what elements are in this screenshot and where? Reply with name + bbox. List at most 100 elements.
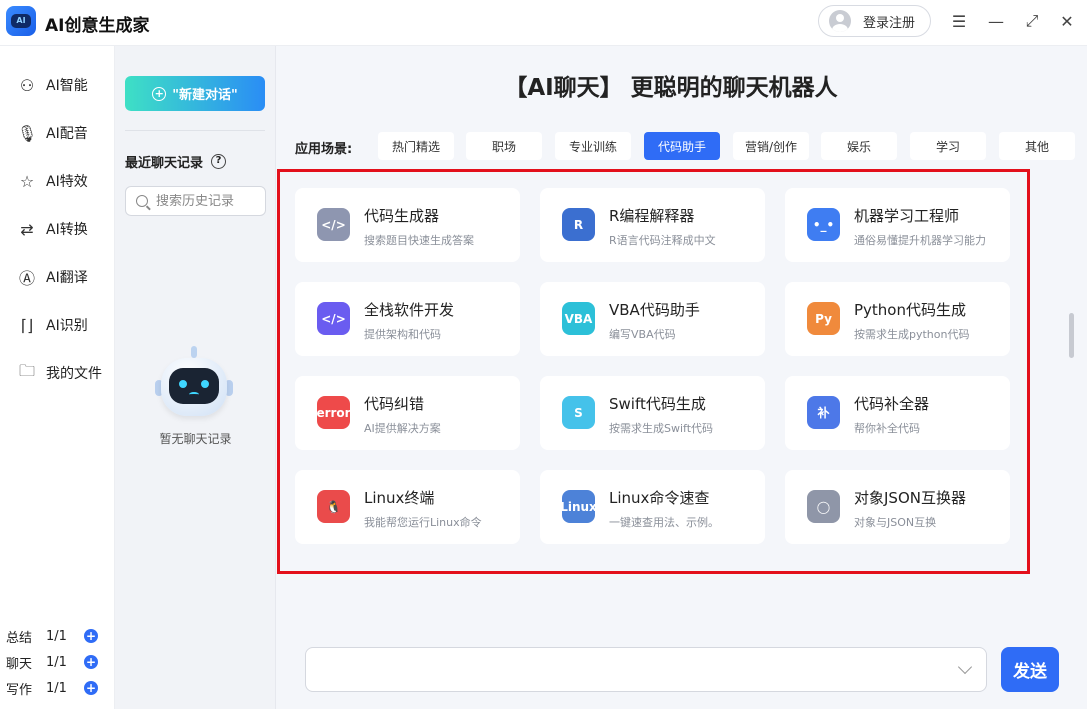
tool-name: Linux命令速查 [609, 489, 710, 507]
add-quota-icon[interactable]: + [84, 655, 99, 669]
login-register-button[interactable]: 登录注册 [818, 5, 931, 37]
complete-icon: 补 [807, 396, 840, 429]
avatar-icon [829, 10, 851, 32]
quota-writing: 写作 1/1 + [6, 678, 99, 698]
scan-icon: ⌈⌋ [20, 315, 34, 335]
tab-learning[interactable]: 学习 [910, 132, 986, 160]
tool-name: 全栈软件开发 [364, 301, 455, 319]
nav-item-ai-translate[interactable]: Ⓐ AI翻译 [16, 264, 88, 290]
title-bar: AI AI创意生成家 登录注册 ☰ — ⤢ ✕ [0, 0, 1087, 46]
tool-description: 搜索题目快速生成答案 [364, 234, 474, 247]
quota-label: 总结 [6, 630, 33, 646]
help-icon[interactable]: ? [211, 154, 227, 169]
tool-description: 编写VBA代码 [609, 328, 676, 341]
chat-input-field[interactable] [305, 647, 987, 692]
history-search-box[interactable] [125, 186, 266, 216]
history-search-input[interactable] [156, 193, 256, 209]
tool-card[interactable]: ◯ 对象JSON互换器对象与JSON互换 [785, 470, 1010, 544]
tool-name: VBA代码助手 [609, 301, 700, 319]
tool-card[interactable]: 补代码补全器帮你补全代码 [785, 376, 1010, 450]
minimize-icon[interactable]: — [985, 10, 1007, 32]
tool-description: 我能帮您运行Linux命令 [364, 516, 482, 529]
tool-card[interactable]: Py Python代码生成 按需求生成python代码 [785, 282, 1010, 356]
maximize-icon[interactable]: ⤢ [1021, 10, 1043, 32]
nav-item-ai-voice[interactable]: 🎙 AI配音 [16, 120, 88, 146]
tool-card[interactable]: </> 全栈软件开发 提供架构和代码 [295, 282, 520, 356]
new-chat-label: "新建对话" [172, 88, 238, 103]
app-logo-icon: AI [6, 6, 36, 36]
nav-item-ai-effects[interactable]: ☆ AI特效 [16, 168, 88, 194]
nav-item-label: AI配音 [46, 126, 88, 142]
history-title: 最近聊天记录 ? [125, 152, 227, 171]
nav-item-label: 我的文件 [46, 366, 102, 382]
tool-card[interactable]: •_• 机器学习工程师通俗易懂提升机器学习能力 [785, 188, 1010, 262]
tab-workplace[interactable]: 职场 [466, 132, 542, 160]
tool-description: R语言代码注释成中文 [609, 234, 716, 247]
folder-icon: 🗀 [18, 360, 35, 380]
nav-item-label: AI特效 [46, 174, 88, 190]
tool-card[interactable]: </> 代码生成器 搜索题目快速生成答案 [295, 188, 520, 262]
empty-history-text: 暂无聊天记录 [159, 432, 232, 446]
tab-other[interactable]: 其他 [999, 132, 1075, 160]
tab-professional-training[interactable]: 专业训练 [555, 132, 631, 160]
quota-label: 聊天 [6, 656, 33, 672]
tool-description: 一键速查用法、示例。 [609, 516, 719, 529]
send-button[interactable]: 发送 [1001, 647, 1059, 692]
app-title: AI创意生成家 [45, 16, 150, 36]
vba-icon: VBA [562, 302, 595, 335]
tool-card[interactable]: S Swift代码生成 按需求生成Swift代码 [540, 376, 765, 450]
menu-icon[interactable]: ☰ [948, 10, 970, 32]
tool-card[interactable]: R R编程解释器 R语言代码注释成中文 [540, 188, 765, 262]
tool-description: 按需求生成python代码 [854, 328, 970, 341]
add-quota-icon[interactable]: + [84, 681, 99, 695]
chevron-down-icon[interactable] [957, 659, 973, 675]
tab-hot[interactable]: 热门精选 [378, 132, 454, 160]
history-title-label: 最近聊天记录 [125, 156, 204, 171]
quota-summary: 总结 1/1 + [6, 626, 99, 646]
translate-icon: Ⓐ [18, 269, 35, 288]
main-content: 【AI聊天】 更聪明的聊天机器人 应用场景: 热门精选 职场 专业训练 代码助手… [276, 46, 1087, 709]
nav-item-label: AI翻译 [46, 270, 88, 286]
nav-item-ai-recognize[interactable]: ⌈⌋ AI识别 [16, 312, 88, 338]
tool-card[interactable]: 🐧 Linux终端 我能帮您运行Linux命令 [295, 470, 520, 544]
error-icon: error [316, 396, 351, 429]
tool-description: 帮你补全代码 [854, 422, 920, 435]
chat-history-panel: + "新建对话" 最近聊天记录 ? 暂无聊天记录 [115, 46, 276, 709]
empty-robot-illustration [155, 344, 235, 424]
quota-count: 1/1 [46, 680, 67, 696]
tool-card[interactable]: error 代码纠错 AI提供解决方案 [295, 376, 520, 450]
tab-code-assistant[interactable]: 代码助手 [644, 132, 720, 160]
tool-name: 代码补全器 [854, 395, 930, 413]
json-convert-icon: ◯ [807, 490, 840, 523]
tool-card[interactable]: Linux Linux命令速查 一键速查用法、示例。 [540, 470, 765, 544]
nav-item-ai-smart[interactable]: ⚇ AI智能 [16, 72, 88, 98]
new-chat-button[interactable]: + "新建对话" [125, 76, 265, 111]
tool-name: 对象JSON互换器 [854, 489, 966, 507]
microphone-icon: 🎙 [16, 123, 38, 143]
login-register-label: 登录注册 [863, 15, 916, 31]
nav-item-ai-convert[interactable]: ⇄ AI转换 [16, 216, 88, 242]
scenario-label: 应用场景: [295, 142, 353, 157]
r-language-icon: R [562, 208, 595, 241]
plus-circle-icon: + [152, 86, 167, 101]
tool-name: R编程解释器 [609, 207, 695, 225]
add-quota-icon[interactable]: + [84, 629, 99, 643]
nav-item-my-files[interactable]: 🗀 我的文件 [16, 360, 102, 386]
sparkle-icon: ☆ [19, 171, 35, 191]
nav-item-label: AI转换 [46, 222, 88, 238]
nav-item-label: AI识别 [46, 318, 88, 334]
tool-description: 对象与JSON互换 [854, 516, 937, 529]
tool-description: 通俗易懂提升机器学习能力 [854, 234, 986, 247]
code-window-icon: </> [317, 208, 350, 241]
close-icon[interactable]: ✕ [1056, 10, 1078, 32]
tool-card[interactable]: VBA VBA代码助手编写VBA代码 [540, 282, 765, 356]
tab-entertainment[interactable]: 娱乐 [821, 132, 897, 160]
robot-face-icon: •_• [807, 208, 840, 241]
scrollbar-thumb[interactable] [1069, 313, 1074, 358]
swift-icon: S [562, 396, 595, 429]
tool-name: 机器学习工程师 [854, 207, 960, 225]
tool-name: Swift代码生成 [609, 395, 706, 413]
tool-name: 代码纠错 [364, 395, 425, 413]
tool-description: 提供架构和代码 [364, 328, 441, 341]
tab-marketing-creation[interactable]: 营销/创作 [733, 132, 809, 160]
